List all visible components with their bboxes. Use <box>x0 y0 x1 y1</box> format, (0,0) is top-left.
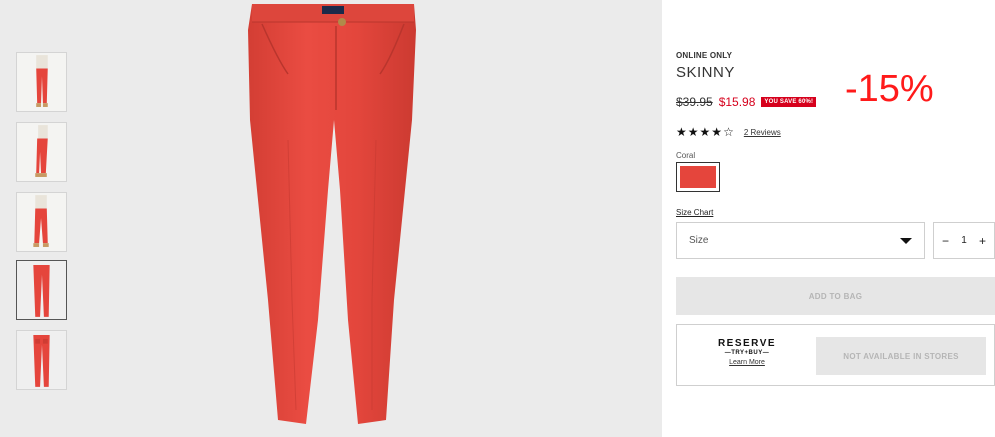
star-icon: ★ <box>699 125 711 139</box>
size-select[interactable]: Size <box>676 222 925 259</box>
thumbnail-image <box>17 123 66 181</box>
reserve-logo: RESERVE —TRY+BUY— Learn More <box>697 338 797 366</box>
thumbnail-image <box>17 261 66 319</box>
size-chart-link[interactable]: Size Chart <box>676 208 713 217</box>
product-gallery <box>0 0 662 437</box>
quantity-minus-button[interactable]: − <box>942 234 949 248</box>
thumbnail-image <box>17 193 66 251</box>
reserve-subtitle: —TRY+BUY— <box>724 350 770 356</box>
thumbnail-image <box>17 53 66 111</box>
rating-row: ★ ★ ★ ★ ☆ 2 Reviews <box>676 126 781 138</box>
sale-price: $15.98 <box>718 95 756 109</box>
product-name: SKINNY <box>676 64 735 81</box>
star-rating: ★ ★ ★ ★ ☆ <box>676 126 734 138</box>
not-available-button: NOT AVAILABLE IN STORES <box>816 337 986 375</box>
color-label: Coral <box>676 151 696 160</box>
thumbnail-image <box>17 331 66 389</box>
pants-image <box>248 4 416 424</box>
product-info-panel: ONLINE ONLY SKINNY $39.95 $15.98 YOU SAV… <box>676 0 995 437</box>
quantity-value: 1 <box>961 235 967 246</box>
star-icon: ★ <box>711 125 723 139</box>
star-icon: ★ <box>676 125 687 139</box>
add-to-bag-button[interactable]: ADD TO BAG <box>676 277 995 315</box>
thumbnail-3[interactable] <box>16 192 67 252</box>
thumbnail-4[interactable] <box>16 260 67 320</box>
star-icon: ★ <box>687 125 699 139</box>
caret-down-icon <box>900 237 912 244</box>
size-placeholder: Size <box>689 235 709 246</box>
quantity-stepper: − 1 + <box>933 222 995 259</box>
thumbnail-2[interactable] <box>16 122 67 182</box>
color-swatch-coral[interactable] <box>676 162 720 192</box>
star-empty-icon: ☆ <box>723 125 734 139</box>
reserve-box: RESERVE —TRY+BUY— Learn More NOT AVAILAB… <box>676 324 995 386</box>
thumbnail-1[interactable] <box>16 52 67 112</box>
save-badge: YOU SAVE 60%! <box>761 97 817 107</box>
reviews-link[interactable]: 2 Reviews <box>744 128 781 137</box>
main-product-image <box>200 0 480 437</box>
swatch-fill <box>680 166 716 188</box>
reserve-title: RESERVE <box>717 338 777 349</box>
discount-overlay: -15% <box>845 68 934 110</box>
quantity-plus-button[interactable]: + <box>979 234 986 248</box>
online-only-badge: ONLINE ONLY <box>676 51 733 60</box>
learn-more-link[interactable]: Learn More <box>697 359 797 366</box>
thumbnail-5[interactable] <box>16 330 67 390</box>
price-row: $39.95 $15.98 YOU SAVE 60%! <box>676 94 817 110</box>
original-price: $39.95 <box>676 95 713 109</box>
